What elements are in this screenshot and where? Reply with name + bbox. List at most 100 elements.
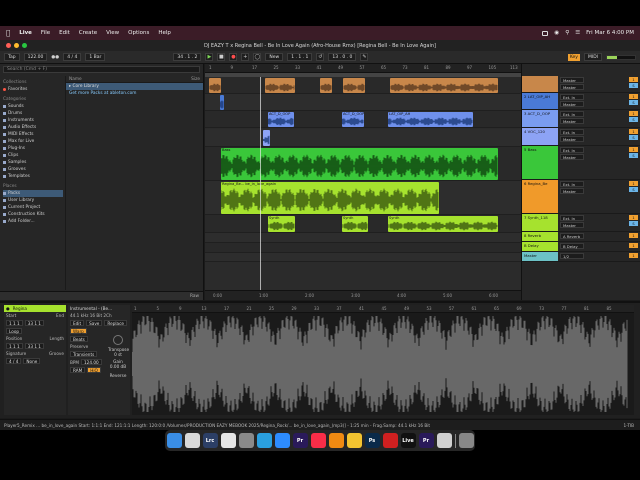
end-field[interactable]: 33 1 1 [24, 320, 44, 326]
audio-clip[interactable] [263, 130, 270, 146]
dock-launchpad-icon[interactable] [184, 433, 200, 448]
input-select[interactable]: Ext. In [560, 94, 584, 100]
loop-switch-icon[interactable]: ↺ [316, 53, 325, 61]
search-icon[interactable]: ⚲ [565, 30, 569, 36]
length-field[interactable]: 33 1 1 [24, 343, 44, 349]
sidebar-item-templates[interactable]: Templates [3, 173, 63, 180]
output-select[interactable]: Master [560, 222, 584, 228]
sidebar-item-packs[interactable]: Packs [3, 190, 63, 197]
apple-icon[interactable]:  [6, 29, 10, 37]
track-lane[interactable] [205, 233, 521, 243]
audio-clip[interactable]: Regina_Be... be_in_love_again [221, 182, 439, 214]
solo-button[interactable]: S [629, 117, 638, 122]
record-button[interactable]: ● [229, 53, 238, 61]
track-header[interactable]: 2 LAT_OIP_AH [522, 93, 558, 109]
raw-toggle[interactable]: Raw [190, 294, 199, 299]
dock-preview-icon[interactable] [436, 433, 452, 448]
track-activator[interactable]: 1 [629, 215, 638, 220]
track-activator[interactable]: 1 [629, 243, 638, 248]
file-row-core-library[interactable]: ▸ Core Library [66, 83, 203, 90]
input-select[interactable]: A Reverb [560, 233, 584, 239]
input-select[interactable]: Ext. In [560, 129, 584, 135]
new-session-button[interactable]: New [265, 53, 284, 61]
sidebar-item-favorites[interactable]: Favorites [3, 86, 63, 93]
dock-live-icon[interactable]: Live [400, 433, 416, 448]
track-header[interactable]: 8 Reverb [522, 232, 558, 241]
sample-waveform-editor[interactable]: 1 5 9 13 17 21 25 29 33 37 41 45 49 53 57 61 65 69 73 77 81 8… [132, 305, 634, 415]
sidebar-item-samples[interactable]: Samples [3, 159, 63, 166]
track-activator[interactable]: 1 [629, 253, 638, 258]
track-header[interactable]: 6 Regina_Be [522, 180, 558, 213]
overdub-button[interactable]: + [241, 53, 250, 61]
dock-finder-icon[interactable] [166, 433, 182, 448]
get-more-packs-link[interactable]: Get more Packs at ableton.com [69, 91, 136, 96]
dock-chrome-icon[interactable] [346, 433, 362, 448]
hiq-toggle[interactable]: HiQ [87, 367, 101, 373]
input-select[interactable]: Master [560, 77, 584, 83]
play-button[interactable]: ▶ [205, 53, 214, 61]
tempo-field[interactable]: 122.00 [23, 53, 48, 61]
size-column-header[interactable]: Size [191, 77, 200, 82]
dock-vlc-icon[interactable] [328, 433, 344, 448]
sidebar-item-grooves[interactable]: Grooves [3, 166, 63, 173]
dock-acrobat-icon[interactable] [382, 433, 398, 448]
menu-help[interactable]: Help [158, 30, 171, 36]
track-activator[interactable]: 1 [629, 94, 638, 99]
position-field[interactable]: 1 1 1 [6, 343, 23, 349]
output-select[interactable]: Master [560, 188, 584, 194]
menubar-clock[interactable]: Fri Mar 6 4:00 PM [586, 30, 634, 36]
gain-value[interactable]: 0.00 dB [108, 364, 128, 369]
audio-clip[interactable] [320, 78, 332, 93]
menu-edit[interactable]: Edit [59, 30, 70, 36]
sidebar-item-max-for-live[interactable]: Max for Live [3, 138, 63, 145]
track-activator[interactable]: 1 [629, 147, 638, 152]
tap-tempo-button[interactable]: Tap [4, 53, 20, 61]
stop-button[interactable]: ■ [217, 53, 226, 61]
sidebar-item-current-project[interactable]: Current Project [3, 204, 63, 211]
solo-button[interactable]: S [629, 221, 638, 226]
signature-field[interactable]: 4 / 4 [6, 358, 22, 364]
track-activator[interactable]: 1 [629, 111, 638, 116]
audio-clip[interactable]: LAT_OIP_AH [388, 112, 473, 127]
audio-clip[interactable]: Synth [342, 216, 368, 232]
track-header[interactable]: 4 VOC_120 [522, 128, 558, 145]
dock-lightroom-classic-icon[interactable]: Lrc [202, 433, 218, 448]
automation-arm-icon[interactable]: ◯ [253, 53, 262, 61]
warp-mode-select[interactable]: Beats [70, 336, 88, 342]
audio-clip[interactable] [390, 78, 498, 93]
edit-button[interactable]: Edit [70, 320, 85, 326]
track-lane[interactable] [205, 253, 521, 262]
bpm-field[interactable]: 124.00 [81, 359, 102, 365]
solo-button[interactable]: S [629, 100, 638, 105]
audio-clip[interactable] [343, 78, 365, 93]
audio-clip[interactable]: ACT_D_OOP [268, 112, 294, 127]
quantize-menu[interactable]: 1 Bar [85, 53, 106, 61]
track-lane[interactable]: Regina_Be... be_in_love_again [205, 181, 521, 215]
clip-name[interactable]: Regina [13, 306, 27, 311]
input-select[interactable]: B Delay [560, 243, 584, 249]
waveform-ruler[interactable]: 1 5 9 13 17 21 25 29 33 37 41 45 49 53 57 61 65 69 73 77 81 8… [132, 305, 634, 313]
replace-button[interactable]: Replace [104, 320, 127, 326]
output-select[interactable]: Master [560, 154, 584, 160]
metronome-icon[interactable]: ●● [51, 55, 59, 60]
loop-start-field[interactable]: 1 . 1 . 1 [287, 53, 313, 61]
time-signature-field[interactable]: 4 / 4 [63, 53, 82, 61]
playhead[interactable] [260, 77, 261, 290]
track-lane[interactable] [205, 94, 521, 111]
sidebar-item-user-library[interactable]: User Library [3, 197, 63, 204]
track-lane[interactable]: Synth Synth Synth [205, 215, 521, 233]
dock-photos-icon[interactable] [220, 433, 236, 448]
output-select[interactable]: Master [560, 136, 584, 142]
reverse-button[interactable]: Reverse [108, 373, 128, 378]
audio-clip[interactable] [220, 95, 224, 110]
track-header[interactable]: B Delay [522, 242, 558, 251]
sidebar-item-instruments[interactable]: Instruments [3, 117, 63, 124]
beat-ruler[interactable]: 1 9 17 25 33 41 49 57 65 73 81 89 97 105 113 [205, 64, 521, 73]
solo-button[interactable]: S [629, 153, 638, 158]
audio-clip[interactable]: Synth [388, 216, 498, 232]
menu-view[interactable]: View [106, 30, 119, 36]
dock-music-icon[interactable] [310, 433, 326, 448]
track-header[interactable]: Master [522, 252, 558, 261]
track-lane[interactable]: ACT_D_OOP ACT_D_OOP LAT_OIP_AH [205, 111, 521, 128]
input-select[interactable]: Ext. In [560, 215, 584, 221]
